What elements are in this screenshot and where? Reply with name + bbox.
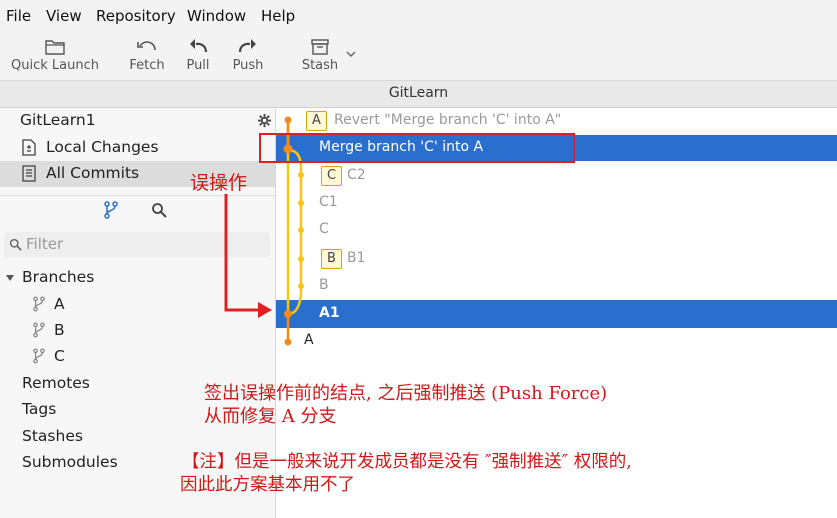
annotation-highlight-box (259, 133, 575, 163)
branch-icon (33, 296, 45, 312)
stashes-header[interactable]: Stashes (22, 427, 83, 445)
graph-node (284, 116, 292, 124)
commit-row[interactable]: A (276, 328, 837, 354)
search-icon[interactable] (151, 202, 167, 218)
commit-message: A1 (319, 305, 340, 321)
filter-search-icon (9, 238, 22, 251)
branch-label: C (54, 347, 65, 365)
pull-icon (190, 39, 208, 53)
commit-message: Revert "Merge branch 'C' into A" (334, 112, 562, 128)
commit-message: C1 (319, 194, 338, 210)
commit-row[interactable]: C C2 (276, 163, 837, 189)
push-icon (238, 39, 256, 53)
graph-node (298, 227, 304, 233)
quick-launch-label: Quick Launch (11, 58, 99, 73)
pull-label: Pull (186, 58, 210, 73)
remotes-header[interactable]: Remotes (22, 374, 90, 392)
quick-launch-button[interactable]: Quick Launch (10, 38, 100, 73)
push-label: Push (232, 58, 264, 73)
graph-node (284, 338, 292, 346)
tag-badge: B (321, 249, 342, 269)
commit-message: B (319, 277, 329, 293)
commits-list-icon (22, 165, 36, 182)
toolbar: Quick Launch Fetch Pull Push Stash (0, 32, 837, 81)
all-commits-label: All Commits (46, 164, 140, 182)
menu-repository[interactable]: Repository (96, 7, 176, 25)
chevron-down-icon[interactable] (346, 50, 356, 58)
repo-header: GitLearn1 (0, 108, 275, 134)
commit-row[interactable]: C1 (276, 190, 837, 216)
commit-message: C2 (347, 167, 366, 183)
graph-node (298, 256, 304, 262)
repo-name: GitLearn1 (20, 111, 96, 129)
branch-label: A (54, 295, 65, 313)
window-title: GitLearn (388, 85, 449, 101)
local-changes-label: Local Changes (46, 138, 159, 156)
commit-row[interactable]: C (276, 217, 837, 243)
menu-help[interactable]: Help (261, 7, 295, 25)
arrow-icon (224, 194, 272, 318)
stash-label: Stash (301, 58, 339, 73)
menu-file[interactable]: File (6, 7, 31, 25)
folder-icon (45, 40, 65, 55)
branch-icon (33, 348, 45, 364)
gear-icon[interactable] (257, 113, 272, 128)
submodules-header[interactable]: Submodules (22, 453, 118, 471)
branch-icon[interactable] (104, 201, 118, 219)
annotation-note1: 【注】但是一般来说开发成员都是没有 ″强制推送″ 权限的, (182, 452, 632, 472)
menu-bar: File View Repository Window Help (0, 0, 837, 32)
fetch-icon (137, 41, 156, 51)
commit-row-highlighted[interactable]: A1 (276, 300, 837, 328)
annotation-line2: 从而修复 A 分支 (204, 406, 337, 427)
branches-header[interactable]: Branches (22, 268, 94, 286)
graph-node (284, 310, 292, 318)
commit-row[interactable]: A Revert "Merge branch 'C' into A" (276, 108, 837, 134)
graph-node (298, 200, 304, 206)
sidebar-item-local-changes[interactable]: Local Changes (0, 135, 275, 161)
document-icon (22, 139, 36, 156)
menu-view[interactable]: View (46, 7, 82, 25)
expand-triangle-icon[interactable] (5, 273, 15, 283)
fetch-label: Fetch (129, 58, 165, 73)
pull-button[interactable]: Pull (182, 38, 214, 73)
graph-node (298, 283, 304, 289)
commit-message: C (319, 221, 329, 237)
commit-row[interactable]: B (276, 273, 837, 299)
stash-icon (311, 39, 329, 55)
graph-node (298, 172, 304, 178)
tags-header[interactable]: Tags (22, 400, 56, 418)
branch-label: B (54, 321, 65, 339)
filter-placeholder: Filter (26, 235, 64, 253)
annotation-note2: 因此此方案基本用不了 (180, 475, 355, 495)
annotation-mistake: 误操作 (190, 172, 248, 194)
commit-message: B1 (347, 250, 366, 266)
tag-badge: C (321, 166, 342, 186)
window-title-bar: GitLearn (0, 81, 837, 108)
push-button[interactable]: Push (230, 38, 266, 73)
fetch-button[interactable]: Fetch (128, 38, 166, 73)
menu-window[interactable]: Window (187, 7, 246, 25)
stash-button[interactable]: Stash (300, 38, 340, 73)
branch-item-c[interactable]: C (0, 344, 275, 370)
branch-icon (33, 322, 45, 338)
commit-row[interactable]: B B1 (276, 246, 837, 272)
